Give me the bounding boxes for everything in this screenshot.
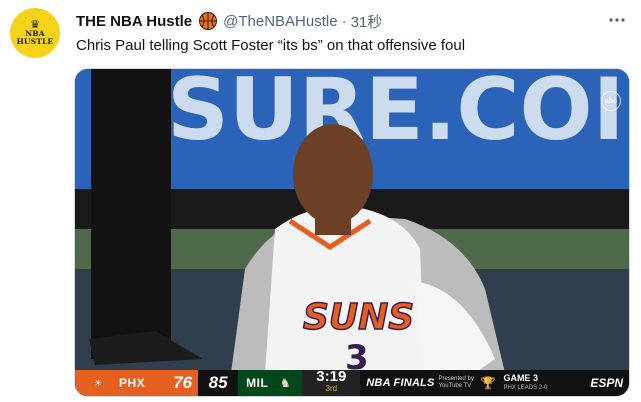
game-label: GAME 3 xyxy=(503,373,538,383)
away-score: 85 xyxy=(208,373,228,392)
clock-time: 3:19 xyxy=(316,368,347,385)
video-frame: HSURE.COI SUNS 3 xyxy=(75,69,629,373)
nba-finals-logo: NBA FINALS xyxy=(366,377,435,389)
separator-dot: · xyxy=(341,12,347,30)
avatar-text-line2: HUSTLE xyxy=(16,37,54,46)
home-score: 76 xyxy=(173,373,193,392)
away-team-abbr: MIL xyxy=(246,376,269,390)
series-status: PHX LEADS 2-0 xyxy=(503,385,548,391)
home-team-abbr: PHX xyxy=(119,376,146,390)
away-team-block: MIL ♞ xyxy=(238,370,303,396)
user-handle[interactable]: @TheNBAHustle xyxy=(223,13,337,30)
jersey-text: SUNS xyxy=(303,297,414,338)
basketball-icon xyxy=(198,11,218,31)
scorebug: ☀ PHX 76 85 MIL ♞ 3:19 3rd NBA FINALS Pr… xyxy=(75,368,629,396)
tweet-text: Chris Paul telling Scott Foster “its bs”… xyxy=(76,37,466,54)
clock-period: 3rd xyxy=(325,384,338,393)
trophy-icon: 🏆 xyxy=(480,376,496,390)
avatar[interactable]: ♛ NBA HUSTLE xyxy=(10,8,60,58)
timestamp[interactable]: 31秒 xyxy=(351,11,383,32)
jersey-number: 3 xyxy=(345,338,369,373)
suns-logo-icon: ☀ xyxy=(87,374,109,392)
finals-block: NBA FINALS Presented by YouTube TV 🏆 GAM… xyxy=(360,370,553,396)
tweet-media-video[interactable]: HSURE.COI SUNS 3 abc ☀ PHX 76 85 MIL ♞ 3… xyxy=(74,68,630,397)
display-name[interactable]: THE NBA Hustle xyxy=(76,13,192,30)
game-clock: 3:19 3rd xyxy=(302,368,361,396)
bucks-logo-icon: ♞ xyxy=(279,376,291,390)
tweet-header: THE NBA Hustle @TheNBAHustle · 31秒 xyxy=(76,10,382,32)
network-bug: abc xyxy=(601,91,621,111)
game-info: GAME 3 PHX LEADS 2-0 xyxy=(499,373,547,393)
home-team-block: ☀ PHX 76 xyxy=(75,370,199,396)
sponsor-text: Presented by YouTube TV xyxy=(438,376,474,389)
network-logo: ESPN xyxy=(590,376,623,390)
tweet-card[interactable]: ♛ NBA HUSTLE THE NBA Hustle @TheNBAHustl… xyxy=(0,0,641,402)
more-dots-icon[interactable] xyxy=(607,10,627,30)
